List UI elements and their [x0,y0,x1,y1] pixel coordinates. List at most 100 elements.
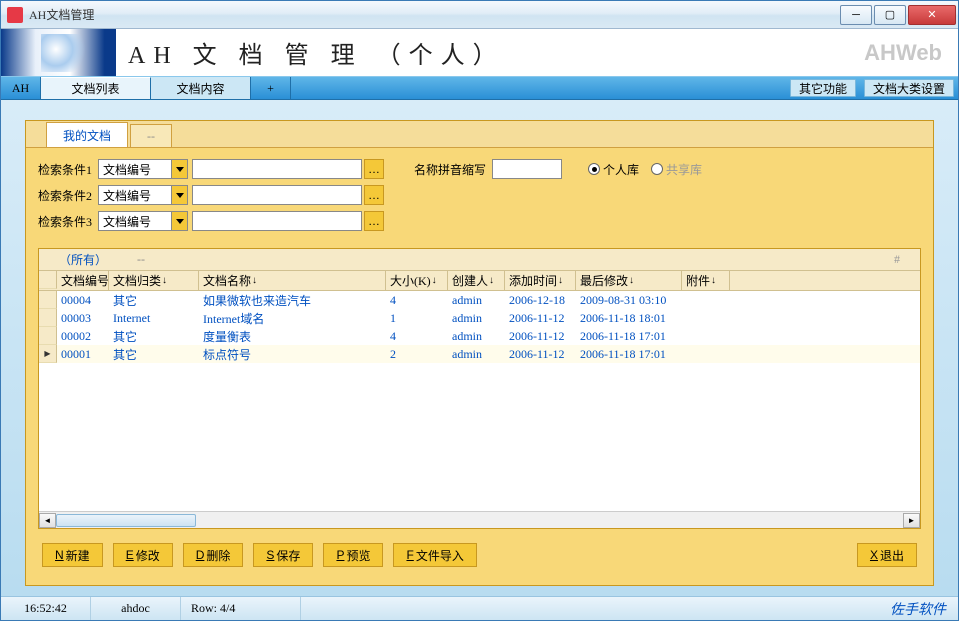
pinyin-input[interactable] [492,159,562,179]
main-panel: 我的文档 -- 检索条件1 文档编号 … 名称拼音缩写 个人库 [25,120,934,586]
cell-id: 00003 [57,310,109,327]
horizontal-scrollbar[interactable]: ◄ ► [39,511,920,528]
save-button[interactable]: S 保存 [253,543,313,567]
maximize-button[interactable]: ▢ [874,5,906,25]
work-area: 我的文档 -- 检索条件1 文档编号 … 名称拼音缩写 个人库 [1,100,958,596]
status-time: 16:52:42 [1,597,91,620]
cell-id: 00002 [57,328,109,345]
cell-add-time: 2006-12-18 [505,292,576,309]
filter-all[interactable]: （所有） [59,251,107,268]
search-input-1[interactable] [192,159,362,179]
tab-ah[interactable]: AH [1,77,41,99]
table-row[interactable]: 00003InternetInternet域名1admin2006-11-122… [39,309,920,327]
row-indicator[interactable] [39,309,57,327]
cell-size: 1 [386,310,448,327]
row-indicator[interactable] [39,327,57,345]
minimize-button[interactable]: ─ [840,5,872,25]
radio-personal[interactable]: 个人库 [588,161,639,178]
exit-button[interactable]: X 退出 [857,543,917,567]
titlebar[interactable]: AH文档管理 ─ ▢ ✕ [1,1,958,29]
cell-add-time: 2006-11-12 [505,328,576,345]
banner-art [1,29,116,76]
panel-tab-inactive[interactable]: -- [130,124,172,147]
chevron-down-icon[interactable] [171,160,187,178]
search-input-3[interactable] [192,211,362,231]
search-label-3: 检索条件3 [38,213,98,230]
cell-mod-time: 2006-11-18 17:01 [576,346,682,363]
col-attachment[interactable]: 附件 [682,271,730,290]
scroll-thumb[interactable] [56,514,196,527]
grid-header: 文档编号 文档归类 文档名称 大小(K) 创建人 添加时间 最后修改 附件 [39,271,920,291]
table-row[interactable]: 00001其它标点符号2admin2006-11-122006-11-18 17… [39,345,920,363]
tab-plus[interactable]: + [251,77,291,99]
search-combo-2[interactable]: 文档编号 [98,185,188,205]
cell-name: Internet域名 [199,309,386,328]
scroll-right-icon[interactable]: ► [903,513,920,528]
window-title: AH文档管理 [29,6,838,23]
col-name[interactable]: 文档名称 [199,271,386,290]
table-row[interactable]: 00004其它如果微软也来造汽车4admin2006-12-182009-08-… [39,291,920,309]
cell-add-time: 2006-11-12 [505,310,576,327]
action-button-row: N 新建 E 修改 D 删除 S 保存 P 预览 F 文件导入 X 退出 [38,529,921,575]
radio-shared: 共享库 [651,161,702,178]
btn-category-settings[interactable]: 文档大类设置 [864,79,954,97]
main-tabbar: AH 文档列表 文档内容 + 其它功能 文档大类设置 [1,76,958,100]
search-combo-3[interactable]: 文档编号 [98,211,188,231]
delete-button[interactable]: D 删除 [183,543,244,567]
col-doc-id[interactable]: 文档编号 [57,271,109,290]
cell-size: 4 [386,292,448,309]
search-label-1: 检索条件1 [38,161,98,178]
search-combo-1[interactable]: 文档编号 [98,159,188,179]
cell-name: 标点符号 [199,345,386,364]
search-label-2: 检索条件2 [38,187,98,204]
banner-title: AH 文 档 管 理 （个人） [128,35,505,70]
status-user: ahdoc [91,597,181,620]
status-rows: Row: 4/4 [181,597,301,620]
btn-other-functions[interactable]: 其它功能 [790,79,856,97]
table-row[interactable]: 00002其它度量衡表4admin2006-11-122006-11-18 17… [39,327,920,345]
col-add-time[interactable]: 添加时间 [505,271,576,290]
col-category[interactable]: 文档归类 [109,271,199,290]
app-icon [7,7,23,23]
filter-dash: -- [137,252,145,267]
tab-doc-content[interactable]: 文档内容 [151,77,251,99]
pinyin-label: 名称拼音缩写 [414,161,486,178]
edit-button[interactable]: E 修改 [113,543,173,567]
status-brand: 佐手软件 [890,599,958,619]
col-creator[interactable]: 创建人 [448,271,505,290]
cell-id: 00004 [57,292,109,309]
data-grid: （所有） -- # 文档编号 文档归类 文档名称 大小(K) 创建人 添加时间 … [38,248,921,529]
search-input-2[interactable] [192,185,362,205]
close-button[interactable]: ✕ [908,5,956,25]
panel-tabs: 我的文档 -- [26,121,933,147]
cell-attachment [682,353,730,355]
col-mod-time[interactable]: 最后修改 [576,271,682,290]
banner: AH 文 档 管 理 （个人） AHWeb [1,29,958,76]
cell-attachment [682,335,730,337]
chevron-down-icon[interactable] [171,186,187,204]
cell-category: 其它 [109,327,199,346]
browse-button-1[interactable]: … [364,159,384,179]
cell-mod-time: 2009-08-31 03:10 [576,292,682,309]
browse-button-3[interactable]: … [364,211,384,231]
scroll-left-icon[interactable]: ◄ [39,513,56,528]
panel-tab-my-docs[interactable]: 我的文档 [46,122,128,147]
cell-name: 度量衡表 [199,327,386,346]
preview-button[interactable]: P 预览 [323,543,383,567]
header-row-selector[interactable] [39,271,57,289]
grid-filter-bar[interactable]: （所有） -- # [39,249,920,271]
cell-attachment [682,299,730,301]
chevron-down-icon[interactable] [171,212,187,230]
browse-button-2[interactable]: … [364,185,384,205]
search-area: 检索条件1 文档编号 … 名称拼音缩写 个人库 共享库 [38,158,921,236]
row-indicator[interactable] [39,345,57,363]
col-size[interactable]: 大小(K) [386,271,448,290]
cell-mod-time: 2006-11-18 17:01 [576,328,682,345]
import-button[interactable]: F 文件导入 [393,543,476,567]
cell-id: 00001 [57,346,109,363]
grid-body[interactable]: 00004其它如果微软也来造汽车4admin2006-12-182009-08-… [39,291,920,511]
new-button[interactable]: N 新建 [42,543,103,567]
row-indicator[interactable] [39,291,57,309]
tab-doc-list[interactable]: 文档列表 [41,77,151,99]
cell-category: Internet [109,310,199,327]
